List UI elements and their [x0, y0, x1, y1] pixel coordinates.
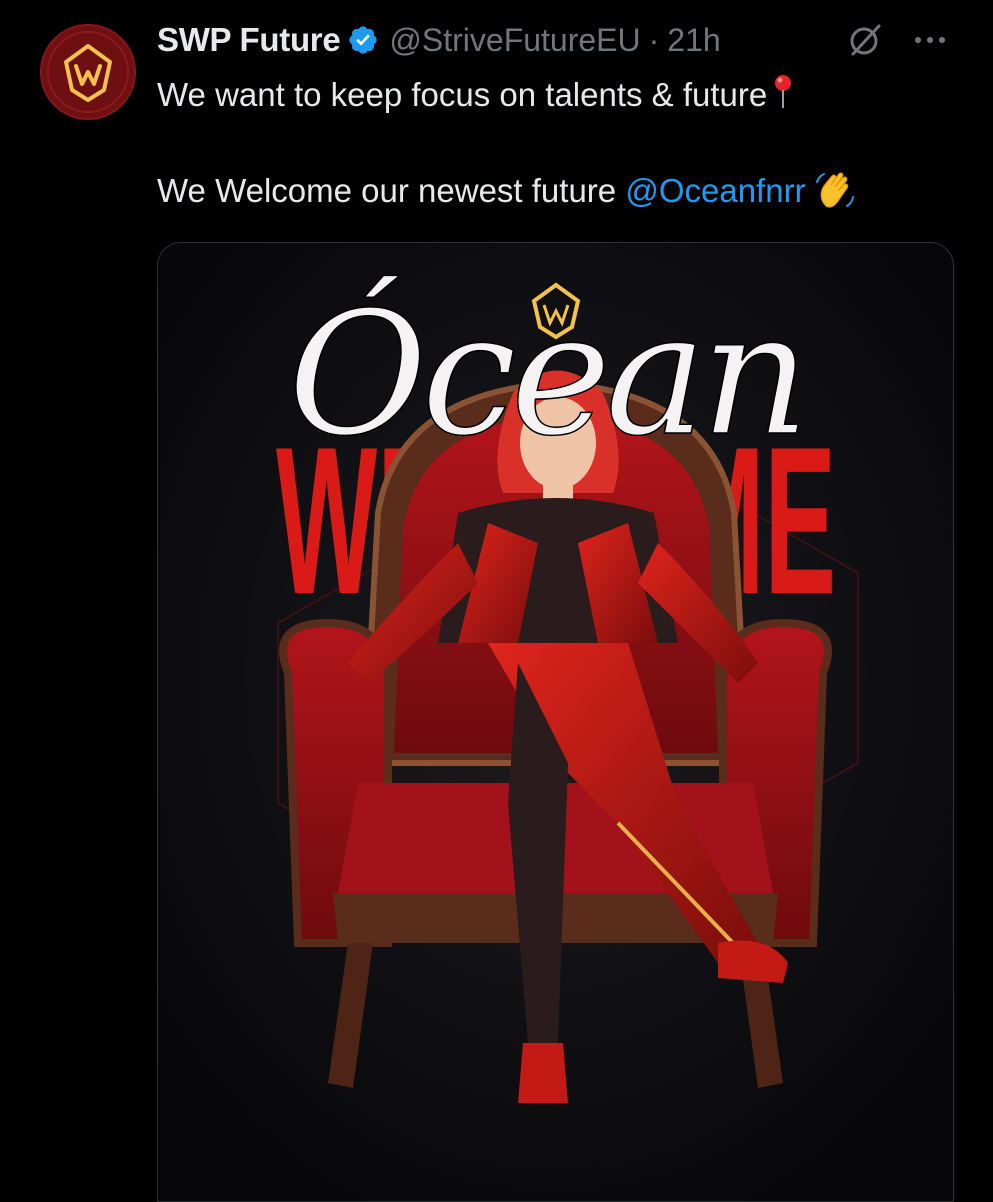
ocean-script-title: Ócean: [288, 274, 804, 474]
tweet-header: SWP Future @StriveFutureEU · 21h: [157, 18, 963, 62]
grok-icon[interactable]: [845, 20, 885, 60]
timestamp[interactable]: 21h: [667, 22, 720, 59]
verified-badge-icon: [349, 26, 378, 54]
avatar[interactable]: [40, 24, 136, 120]
author-handle[interactable]: @StriveFutureEU: [389, 22, 640, 59]
round-pushpin-emoji: [775, 75, 792, 108]
mention-link[interactable]: @Oceanfnrr: [625, 172, 805, 209]
tweet-text: We Welcome our newest future: [157, 172, 617, 209]
tweet[interactable]: SWP Future @StriveFutureEU · 21h We want…: [0, 0, 993, 1202]
more-options-icon[interactable]: [908, 24, 952, 56]
tweet-text-line-2: We Welcome our newest future @Oceanfnrr: [157, 170, 856, 212]
tweet-text-line-1: We want to keep focus on talents & futur…: [157, 74, 793, 114]
waving-hand-emoji: [815, 172, 854, 208]
separator-dot: ·: [648, 21, 660, 58]
swp-logo-icon: [42, 26, 134, 118]
tweet-text: We want to keep focus on talents & futur…: [157, 76, 768, 113]
welcome-graphic: WELCOME: [158, 243, 953, 1201]
tweet-media-image[interactable]: WELCOME: [157, 242, 954, 1202]
author-name[interactable]: SWP Future: [157, 21, 341, 59]
